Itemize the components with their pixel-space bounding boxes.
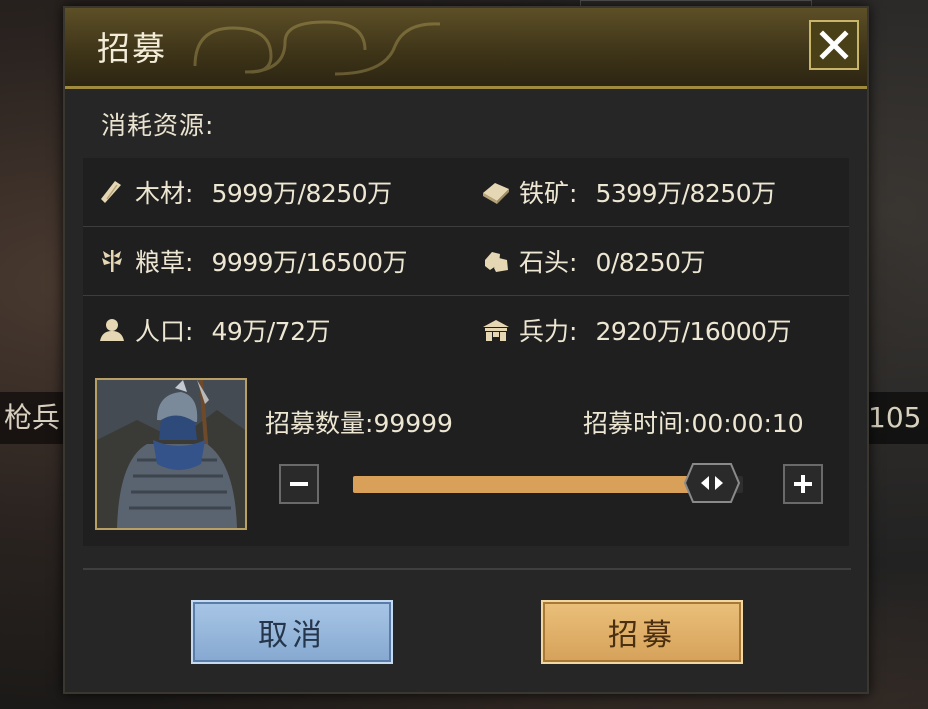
decrease-button[interactable] <box>279 464 319 504</box>
unit-portrait <box>95 378 247 530</box>
recruit-slider-fill <box>353 476 712 493</box>
dialog-title: 招募 <box>97 29 167 68</box>
title-bar: 招募 <box>65 8 867 89</box>
resource-label: 兵力: <box>519 317 578 346</box>
recruit-time: 招募时间:00:00:10 <box>583 404 804 440</box>
resource-stone: 石头: 0/8250万 <box>481 227 705 295</box>
recruit-button[interactable]: 招募 <box>541 600 743 664</box>
resource-value: 9999万/16500万 <box>211 248 408 277</box>
resource-row: 人口: 49万/72万 兵力: 2920万/16000万 <box>83 296 849 365</box>
resource-value: 2920万/16000万 <box>595 317 792 346</box>
title-pattern-decoration <box>193 20 441 76</box>
recruit-count-label: 招募数量: <box>265 409 374 438</box>
iron-icon <box>481 177 511 207</box>
resource-grain: 粮草: 9999万/16500万 <box>97 227 408 295</box>
close-icon <box>819 30 849 60</box>
resource-value: 49万/72万 <box>211 317 330 346</box>
resource-row: 粮草: 9999万/16500万 石头: 0/8250万 <box>83 227 849 296</box>
population-icon <box>97 315 127 345</box>
resource-iron: 铁矿: 5399万/8250万 <box>481 158 776 226</box>
resource-row: 木材: 5999万/8250万 铁矿: 5399万/8250万 <box>83 158 849 227</box>
resource-label: 石头: <box>519 248 578 277</box>
wood-icon <box>97 177 127 207</box>
resource-panel: 木材: 5999万/8250万 铁矿: 5399万/8250万 粮草: 9999… <box>83 158 849 365</box>
grain-icon <box>97 246 127 276</box>
troops-icon <box>481 315 511 345</box>
minus-icon <box>290 482 308 486</box>
soldier-portrait-image <box>97 380 245 528</box>
increase-button[interactable] <box>783 464 823 504</box>
recruit-count: 招募数量:99999 <box>265 404 453 440</box>
close-button[interactable] <box>809 20 859 70</box>
resource-label: 粮草: <box>135 248 194 277</box>
resource-troops: 兵力: 2920万/16000万 <box>481 296 792 364</box>
background-unit-label-right: 105 <box>860 392 928 444</box>
resource-value: 5399万/8250万 <box>595 179 776 208</box>
cancel-button[interactable]: 取消 <box>191 600 393 664</box>
divider <box>83 568 851 570</box>
resource-label: 木材: <box>135 179 194 208</box>
consume-resources-label: 消耗资源: <box>101 111 215 140</box>
resource-wood: 木材: 5999万/8250万 <box>97 158 392 226</box>
background-unit-label-left: 枪兵 <box>0 392 64 444</box>
slider-handle-icon <box>683 463 741 503</box>
resource-value: 5999万/8250万 <box>211 179 392 208</box>
recruit-count-value: 99999 <box>373 409 453 438</box>
recruit-dialog: 招募 消耗资源: 木材: 5999万/8250万 铁矿: 5399万/8250万… <box>63 6 869 694</box>
recruit-slider-handle[interactable] <box>683 462 741 504</box>
recruit-panel: 招募数量:99999 招募时间:00:00:10 <box>83 364 849 546</box>
recruit-time-value: 00:00:10 <box>691 409 804 438</box>
plus-icon <box>794 475 812 493</box>
resource-label: 人口: <box>135 317 194 346</box>
resource-label: 铁矿: <box>519 179 578 208</box>
stone-icon <box>481 246 511 276</box>
resource-population: 人口: 49万/72万 <box>97 296 330 364</box>
recruit-time-label: 招募时间: <box>583 409 692 438</box>
resource-value: 0/8250万 <box>595 248 705 277</box>
